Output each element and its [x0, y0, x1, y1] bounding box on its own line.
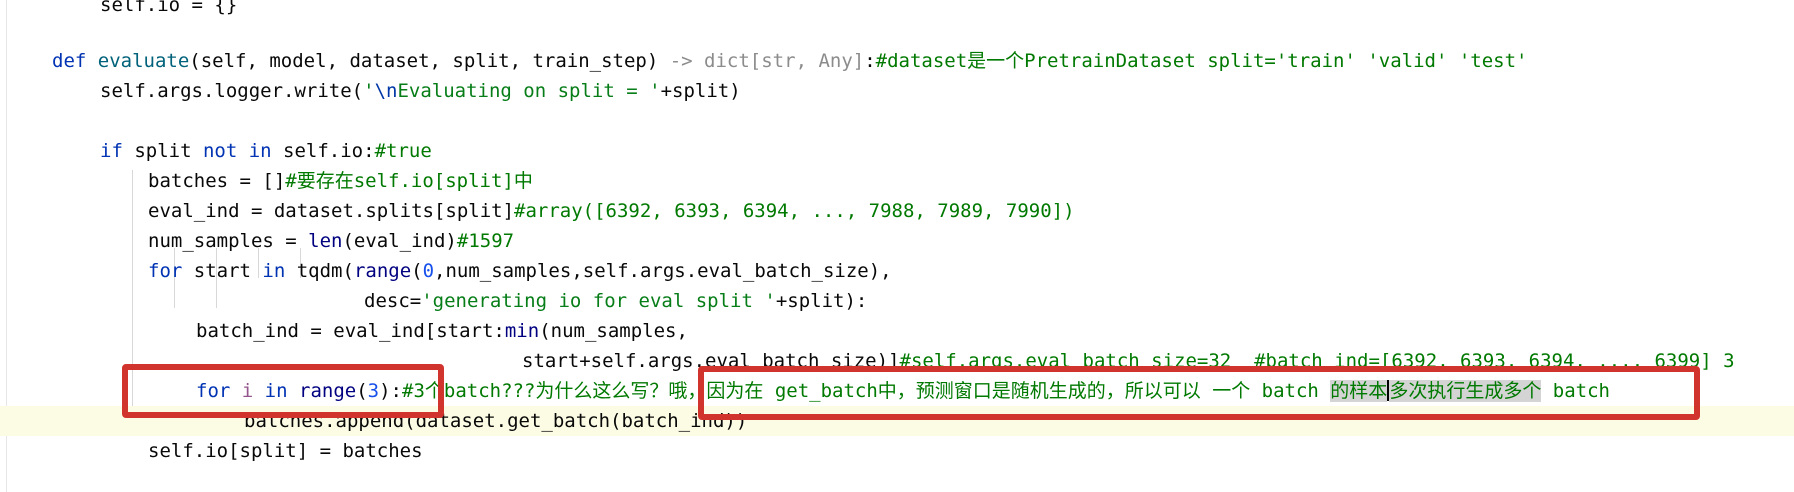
code-line[interactable]: eval_ind = dataset.splits[split]#array([…	[0, 196, 1794, 226]
code-text: self.args.logger.write('\nEvaluating on …	[100, 80, 741, 102]
code-token: start	[182, 260, 263, 282]
code-text: def evaluate(self, model, dataset, split…	[52, 50, 1527, 72]
code-token: (self, model, dataset, split, train_step…	[189, 50, 670, 72]
builtin-function: range	[353, 260, 412, 282]
code-line[interactable]: self.io[split] = batches	[0, 436, 1794, 466]
code-line[interactable]: def evaluate(self, model, dataset, split…	[0, 46, 1794, 76]
code-text: eval_ind = dataset.splits[split]#array([…	[148, 200, 1075, 222]
code-token: split	[122, 140, 203, 162]
keyword: not in	[202, 140, 272, 162]
code-editor[interactable]: self.io = {} def evaluate(self, model, d…	[0, 0, 1794, 492]
annotation-box-comment	[698, 366, 1700, 420]
code-token: (num_samples,	[539, 320, 688, 342]
keyword: in	[262, 260, 286, 282]
code-line[interactable]: for start in tqdm(range(0,num_samples,se…	[0, 256, 1794, 286]
type-hint: -> dict[str, Any]	[669, 50, 865, 72]
builtin-function: len	[308, 230, 343, 252]
builtin-function: min	[504, 320, 540, 342]
code-text: self.io[split] = batches	[148, 440, 423, 462]
keyword: def	[52, 50, 87, 72]
code-token: self.io:	[271, 140, 375, 162]
string-literal: 'generating io for eval split '	[421, 290, 776, 312]
code-token: desc=	[364, 290, 422, 312]
code-token: +split):	[775, 290, 868, 312]
function-name: evaluate	[97, 50, 190, 72]
code-comment: #array([6392, 6393, 6394, ..., 7988, 798…	[514, 200, 1075, 222]
code-comment: #dataset是一个PretrainDataset split='train'…	[875, 50, 1528, 72]
string-literal: Evaluating on split = '	[397, 80, 661, 102]
code-line[interactable]: num_samples = len(eval_ind)#1597	[0, 226, 1794, 256]
code-text: self.io = {}	[100, 0, 238, 16]
number-literal: 0	[422, 260, 435, 282]
code-comment: #1597	[456, 230, 515, 252]
string-literal: '	[363, 80, 375, 102]
code-token: self.args.logger.write(	[100, 80, 364, 102]
code-token: batch_ind = eval_ind[start:	[196, 320, 505, 342]
code-token: :	[864, 50, 876, 72]
code-line[interactable]: if split not in self.io:#true	[0, 136, 1794, 166]
code-token: (eval_ind)	[342, 230, 457, 252]
escape-sequence: \n	[374, 80, 398, 102]
code-text: for start in tqdm(range(0,num_samples,se…	[148, 260, 892, 282]
code-text: batches = []#要存在self.io[split]中	[148, 170, 533, 192]
code-comment: #要存在self.io[split]中	[285, 170, 533, 192]
code-line[interactable]: batch_ind = eval_ind[start:min(num_sampl…	[0, 316, 1794, 346]
keyword: for	[148, 260, 183, 282]
code-token: +split)	[660, 80, 741, 102]
annotation-box-loop	[122, 364, 444, 418]
code-line[interactable]: self.io = {}	[0, 0, 1794, 20]
code-token: eval_ind = dataset.splits[split]	[148, 200, 515, 222]
code-token: tqdm(	[285, 260, 354, 282]
code-comment: #true	[374, 140, 432, 162]
code-line[interactable]: batches = []#要存在self.io[split]中	[0, 166, 1794, 196]
code-token: (	[411, 260, 423, 282]
keyword: if	[100, 140, 123, 162]
code-line[interactable]: self.args.logger.write('\nEvaluating on …	[0, 76, 1794, 106]
code-line[interactable]: desc='generating io for eval split '+spl…	[0, 286, 1794, 316]
code-token: batches = []	[148, 170, 286, 192]
code-text: batch_ind = eval_ind[start:min(num_sampl…	[196, 320, 688, 342]
code-text: desc='generating io for eval split '+spl…	[364, 290, 867, 312]
code-token: ,num_samples,self.args.eval_batch_size),	[434, 260, 892, 282]
code-text: num_samples = len(eval_ind)#1597	[148, 230, 514, 252]
code-token: num_samples =	[148, 230, 309, 252]
code-text: if split not in self.io:#true	[100, 140, 432, 162]
